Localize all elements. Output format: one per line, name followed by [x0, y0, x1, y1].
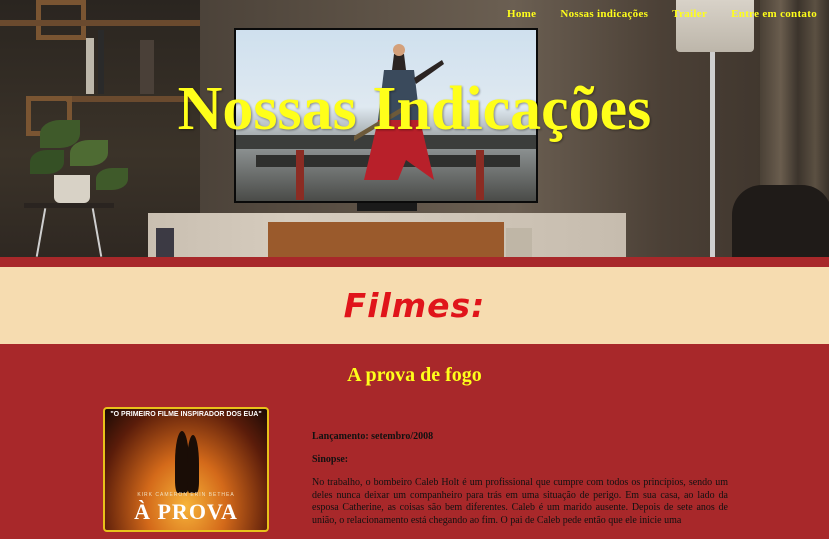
- hero-plant-leaf: [30, 150, 64, 174]
- hero-plant-pot: [54, 175, 90, 203]
- hero-title: Nossas Indicações: [177, 75, 652, 143]
- section-top-band: [0, 257, 829, 267]
- poster-silhouette: [187, 435, 199, 493]
- hero-book: [156, 228, 174, 257]
- main-nav: Home Nossas indicações Trailer Entre em …: [507, 8, 817, 20]
- tv-scene-pillar: [476, 150, 484, 200]
- movie-poster: "O PRIMEIRO FILME INSPIRADOR DOS EUA" KI…: [103, 407, 269, 532]
- tv-scene-pillar: [296, 150, 304, 200]
- poster-title: À PROVA: [134, 499, 238, 524]
- hero-tv-stand: [357, 203, 417, 211]
- movie-info: Lançamento: setembro/2008 Sinopse: No tr…: [312, 431, 728, 539]
- nav-link-trailer[interactable]: Trailer: [672, 8, 707, 20]
- hero-chair: [732, 185, 829, 257]
- nav-link-nossas-indicacoes[interactable]: Nossas indicações: [560, 8, 648, 20]
- section-title: Filmes:: [343, 286, 486, 325]
- movie-release: Lançamento: setembro/2008: [312, 431, 434, 442]
- movie-synopsis-label: Sinopse:: [312, 454, 349, 465]
- hero-cabinet-door: [268, 222, 504, 257]
- section-header: Filmes:: [0, 267, 829, 344]
- movie-synopsis: No trabalho, o bombeiro Caleb Holt é um …: [312, 477, 728, 526]
- nav-link-home[interactable]: Home: [507, 8, 536, 20]
- poster-cast: KIRK CAMERON ERIN BETHEA: [137, 492, 235, 498]
- hero-plant-leaf: [96, 168, 128, 190]
- movie-title: A prova de fogo: [347, 364, 482, 386]
- hero-shelf-bar: [0, 20, 200, 26]
- hero-book: [506, 228, 532, 257]
- poster-tagline: "O PRIMEIRO FILME INSPIRADOR DOS EUA": [110, 411, 262, 418]
- hero-stool-top: [24, 203, 114, 208]
- nav-link-contato[interactable]: Entre em contato: [731, 8, 817, 20]
